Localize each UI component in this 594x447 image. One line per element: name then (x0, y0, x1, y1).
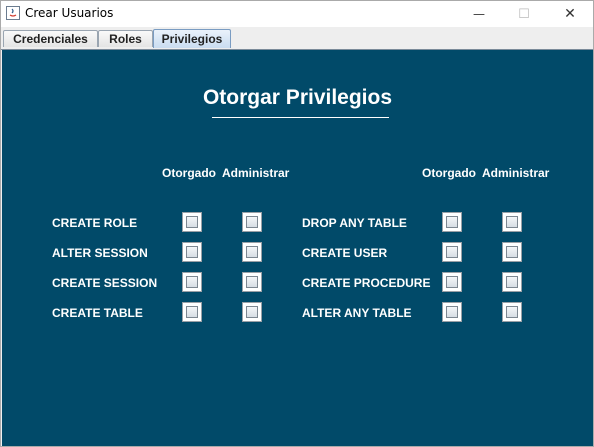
create-session-administrar-checkbox[interactable] (242, 272, 262, 292)
privilege-label-alter-any-table: ALTER ANY TABLE (302, 306, 412, 320)
window-title: Crear Usuarios (25, 6, 114, 20)
tab-privilegios[interactable]: Privilegios (153, 29, 231, 48)
privilege-label-drop-any-table: DROP ANY TABLE (302, 216, 407, 230)
tab-privilegios-label: Privilegios (161, 32, 223, 46)
privilege-label-create-procedure: CREATE PROCEDURE (302, 276, 431, 290)
minimize-button[interactable]: — (456, 1, 502, 27)
right-administrar-header: Administrar (482, 166, 550, 180)
create-session-otorgado-checkbox[interactable] (182, 272, 202, 292)
create-table-administrar-checkbox[interactable] (242, 302, 262, 322)
create-role-administrar-checkbox[interactable] (242, 212, 262, 232)
create-table-otorgado-checkbox[interactable] (182, 302, 202, 322)
tab-roles[interactable]: Roles (98, 30, 153, 47)
privilege-label-create-table: CREATE TABLE (52, 306, 143, 320)
create-procedure-administrar-checkbox[interactable] (502, 272, 522, 292)
tab-strip: Credenciales Roles Privilegios (1, 27, 593, 50)
alter-any-table-otorgado-checkbox[interactable] (442, 302, 462, 322)
privileges-panel: Otorgar Privilegios Otorgado Administrar… (2, 50, 593, 446)
alter-any-table-administrar-checkbox[interactable] (502, 302, 522, 322)
maximize-button[interactable]: ☐ (501, 1, 547, 27)
maximize-icon: ☐ (518, 6, 530, 22)
privilege-label-alter-session: ALTER SESSION (52, 246, 148, 260)
privilege-label-create-session: CREATE SESSION (52, 276, 158, 290)
alter-session-otorgado-checkbox[interactable] (182, 242, 202, 262)
page-title: Otorgar Privilegios (202, 86, 393, 109)
privilege-label-create-role: CREATE ROLE (52, 216, 138, 230)
right-otorgado-header: Otorgado (422, 166, 476, 180)
close-button[interactable]: ✕ (547, 1, 593, 27)
java-app-icon (6, 6, 20, 20)
title-underline (212, 117, 389, 118)
create-procedure-otorgado-checkbox[interactable] (442, 272, 462, 292)
privilege-label-create-user: CREATE USER (302, 246, 388, 260)
create-user-otorgado-checkbox[interactable] (442, 242, 462, 262)
create-role-otorgado-checkbox[interactable] (182, 212, 202, 232)
alter-session-administrar-checkbox[interactable] (242, 242, 262, 262)
tab-credenciales-label: Credenciales (13, 32, 88, 46)
drop-any-table-administrar-checkbox[interactable] (502, 212, 522, 232)
title-bar: Crear Usuarios — ☐ ✕ (1, 1, 593, 27)
create-user-administrar-checkbox[interactable] (502, 242, 522, 262)
close-icon: ✕ (564, 6, 576, 22)
left-otorgado-header: Otorgado (162, 166, 216, 180)
left-administrar-header: Administrar (222, 166, 290, 180)
app-window: Crear Usuarios — ☐ ✕ Credenciales Roles … (0, 0, 594, 447)
drop-any-table-otorgado-checkbox[interactable] (442, 212, 462, 232)
tab-roles-label: Roles (109, 32, 142, 46)
tab-credenciales[interactable]: Credenciales (3, 30, 98, 47)
minimize-icon: — (473, 7, 485, 21)
